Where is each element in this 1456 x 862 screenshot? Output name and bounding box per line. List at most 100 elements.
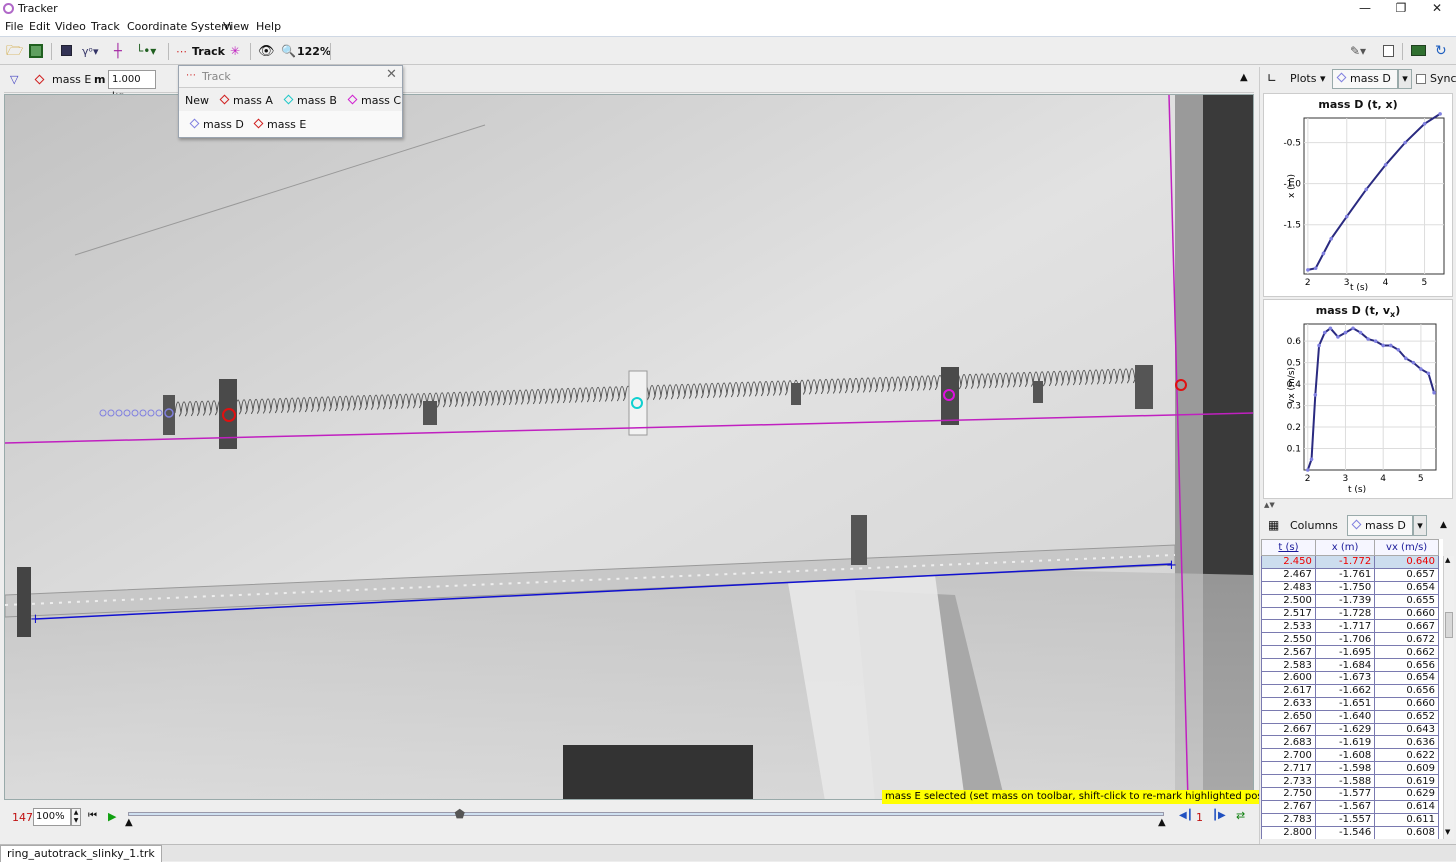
cell-x[interactable]: -1.728 <box>1314 606 1376 621</box>
table-row[interactable]: 2.567 -1.695 0.662 <box>1261 645 1439 660</box>
frame-slider-thumb[interactable]: ⬟ <box>455 807 465 821</box>
table-row[interactable]: 2.683 -1.619 0.636 <box>1261 735 1439 750</box>
cell-t[interactable]: 2.567 <box>1261 645 1316 660</box>
cell-t[interactable]: 2.767 <box>1261 799 1316 814</box>
plot-track-selector[interactable]: mass D <box>1332 69 1398 89</box>
table-row[interactable]: 2.500 -1.739 0.655 <box>1261 593 1439 608</box>
plots-button[interactable]: Plots ▾ <box>1284 69 1328 89</box>
cell-t[interactable]: 2.783 <box>1261 812 1316 827</box>
zoom-level[interactable]: 122% <box>297 42 331 61</box>
cell-t[interactable]: 2.750 <box>1261 787 1316 801</box>
close-icon[interactable]: ✕ <box>386 67 397 82</box>
table-scrollbar[interactable]: ▲ ▼ <box>1443 556 1454 839</box>
cell-x[interactable]: -1.608 <box>1314 748 1376 763</box>
cell-x[interactable]: -1.651 <box>1314 696 1376 711</box>
cell-vx[interactable]: 0.608 <box>1374 825 1439 839</box>
rate-spinner[interactable]: ▲ ▼ <box>71 808 81 826</box>
cell-vx[interactable]: 0.656 <box>1374 683 1439 698</box>
notes-icon[interactable] <box>1383 45 1394 57</box>
video-frame-svg[interactable]: + + <box>5 95 1254 800</box>
mass-input[interactable]: 1.000 kg <box>108 70 156 102</box>
cell-x[interactable]: -1.662 <box>1314 683 1376 698</box>
table-row[interactable]: 2.650 -1.640 0.652 <box>1261 709 1439 724</box>
plot-velocity[interactable]: mass D (t, vx) vx (m/s) t (s) 2 3 4 5 0.6 0.5… <box>1263 299 1453 499</box>
cell-vx[interactable]: 0.609 <box>1374 761 1439 776</box>
calibration-tools-icon[interactable]: γᵒ▾ <box>82 42 99 61</box>
track-item-mass-a[interactable]: mass A <box>219 94 273 107</box>
cell-x[interactable]: -1.546 <box>1314 825 1376 839</box>
plot-position[interactable]: mass D (t, x) x (m) t (s) 2 3 4 5 -0.5 -1.0 -1… <box>1263 93 1453 297</box>
step-size[interactable]: 1 <box>1196 811 1203 824</box>
close-icon[interactable]: ✕ <box>1419 0 1455 18</box>
cell-vx[interactable]: 0.643 <box>1374 722 1439 737</box>
table-track-selector[interactable]: mass D <box>1347 515 1413 536</box>
play-icon[interactable]: ▶ <box>108 810 116 823</box>
table-row[interactable]: 2.517 -1.728 0.660 <box>1261 606 1439 621</box>
collapse-up-icon[interactable]: ▲ <box>1240 72 1248 83</box>
cell-x[interactable]: -1.567 <box>1314 799 1376 814</box>
track-item-mass-c[interactable]: mass C <box>347 94 401 107</box>
track-dropdown-icon[interactable]: ▽ <box>10 73 18 86</box>
cell-vx[interactable]: 0.656 <box>1374 658 1439 673</box>
cell-x[interactable]: -1.598 <box>1314 761 1376 776</box>
start-marker-icon[interactable]: ▲ <box>125 817 133 828</box>
table-row[interactable]: 2.600 -1.673 0.654 <box>1261 671 1439 685</box>
cell-vx[interactable]: 0.619 <box>1374 774 1439 789</box>
end-marker-icon[interactable]: ▲ <box>1158 817 1166 828</box>
cell-x[interactable]: -1.629 <box>1314 722 1376 737</box>
cell-vx[interactable]: 0.629 <box>1374 787 1439 801</box>
refresh-icon[interactable]: ↻ <box>1435 42 1447 61</box>
minimize-icon[interactable]: — <box>1347 0 1383 18</box>
cell-t[interactable]: 2.650 <box>1261 709 1316 724</box>
cell-t[interactable]: 2.550 <box>1261 632 1316 647</box>
table-row[interactable]: 2.533 -1.717 0.667 <box>1261 619 1439 634</box>
track-item-mass-b[interactable]: mass B <box>283 94 337 107</box>
track-button[interactable]: Track <box>192 42 225 61</box>
cell-x[interactable]: -1.557 <box>1314 812 1376 827</box>
cell-t[interactable]: 2.483 <box>1261 580 1316 595</box>
table-row[interactable]: 2.583 -1.684 0.656 <box>1261 658 1439 673</box>
table-row[interactable]: 2.467 -1.761 0.657 <box>1261 567 1439 582</box>
chevron-down-icon[interactable]: ▾ <box>1413 515 1427 536</box>
cell-x[interactable]: -1.772 <box>1314 555 1376 569</box>
step-back-icon[interactable]: ◀┃ <box>1179 810 1193 821</box>
cell-t[interactable]: 2.733 <box>1261 774 1316 789</box>
cell-x[interactable]: -1.695 <box>1314 645 1376 660</box>
cell-t[interactable]: 2.467 <box>1261 567 1316 582</box>
track-item-mass-d[interactable]: mass D <box>189 118 244 131</box>
plot1-chart[interactable]: x (m) t (s) 2 3 4 5-0.5-1.0-1.5 <box>1264 94 1454 298</box>
cell-x[interactable]: -1.717 <box>1314 619 1376 634</box>
cell-x[interactable]: -1.761 <box>1314 567 1376 582</box>
table-row[interactable]: 2.717 -1.598 0.609 <box>1261 761 1439 776</box>
cell-vx[interactable]: 0.622 <box>1374 748 1439 763</box>
measuring-tools-icon[interactable]: └•▾ <box>136 42 156 61</box>
cell-vx[interactable]: 0.660 <box>1374 696 1439 711</box>
axes-icon[interactable]: ┼ <box>114 42 122 61</box>
maximize-icon[interactable]: ❐ <box>1383 0 1419 18</box>
cell-vx[interactable]: 0.614 <box>1374 799 1439 814</box>
cell-x[interactable]: -1.619 <box>1314 735 1376 750</box>
columns-button[interactable]: Columns ▾ <box>1284 516 1342 552</box>
cell-x[interactable]: -1.577 <box>1314 787 1376 801</box>
cell-t[interactable]: 2.800 <box>1261 825 1316 839</box>
toggle-panels-icon[interactable] <box>1411 45 1426 56</box>
splitter-handle-icon[interactable]: ▲▼ <box>1264 501 1275 509</box>
plot2-chart[interactable]: vx (m/s) t (s) 2 3 4 50.60.50.40.30.20.1 <box>1264 300 1454 500</box>
cell-t[interactable]: 2.517 <box>1261 606 1316 621</box>
frame-slider-track[interactable] <box>128 812 1164 816</box>
menu-video[interactable]: Video <box>55 20 86 33</box>
save-icon[interactable] <box>29 44 43 58</box>
table-row[interactable]: 2.483 -1.750 0.654 <box>1261 580 1439 595</box>
table-row[interactable]: 2.550 -1.706 0.672 <box>1261 632 1439 647</box>
cell-vx[interactable]: 0.636 <box>1374 735 1439 750</box>
table-row[interactable]: 2.800 -1.546 0.608 <box>1261 825 1439 839</box>
data-table[interactable]: t (s) x (m) vx (m/s) 2.450 -1.772 0.640 2.4… <box>1261 539 1439 839</box>
cell-vx[interactable]: 0.667 <box>1374 619 1439 634</box>
selected-track-name[interactable]: mass E <box>52 73 91 86</box>
loop-icon[interactable]: ⇄ <box>1236 809 1245 822</box>
cell-t[interactable]: 2.717 <box>1261 761 1316 776</box>
table-row[interactable]: 2.700 -1.608 0.622 <box>1261 748 1439 763</box>
cell-vx[interactable]: 0.611 <box>1374 812 1439 827</box>
scrollbar-thumb[interactable] <box>1445 612 1453 638</box>
cell-x[interactable]: -1.684 <box>1314 658 1376 673</box>
